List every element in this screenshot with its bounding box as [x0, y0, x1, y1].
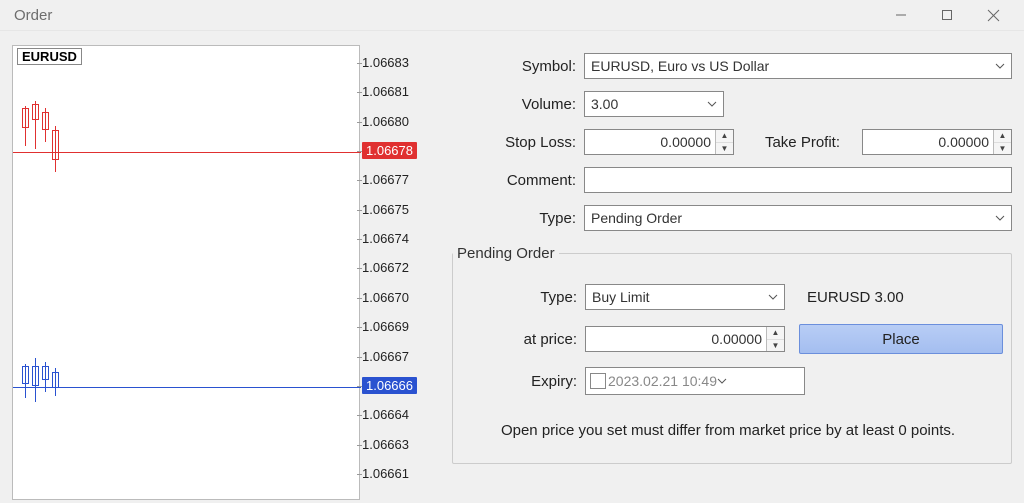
price-note: Open price you set must differ from mark…: [453, 422, 1003, 439]
order-form: Symbol: EURUSD, Euro vs US Dollar Volume…: [452, 45, 1012, 500]
price-tick: 1.06672: [362, 260, 409, 275]
candle: [32, 104, 39, 120]
ordertype-value: Pending Order: [591, 210, 682, 226]
comment-label: Comment:: [452, 172, 584, 189]
maximize-button[interactable]: [924, 0, 970, 30]
pending-summary: EURUSD 3.00: [799, 289, 904, 306]
spinner[interactable]: ▲▼: [715, 130, 733, 154]
chevron-down-icon: [717, 378, 727, 384]
price-scale: 1.06683 1.06681 1.06680 1.06678 1.06677 1.066…: [362, 45, 432, 500]
atprice-input[interactable]: 0.00000 ▲▼: [585, 326, 785, 352]
price-tick: 1.06681: [362, 84, 409, 99]
atprice-value: 0.00000: [586, 331, 766, 347]
candle: [52, 372, 59, 388]
volume-select[interactable]: 3.00: [584, 91, 724, 117]
chevron-down-icon: [995, 63, 1005, 69]
symbol-select[interactable]: EURUSD, Euro vs US Dollar: [584, 53, 1012, 79]
minimize-button[interactable]: [878, 0, 924, 30]
symbol-label: Symbol:: [452, 58, 584, 75]
price-tick: 1.06663: [362, 437, 409, 452]
candle: [22, 366, 29, 384]
price-tick: 1.06670: [362, 290, 409, 305]
pending-order-group: Pending Order Type: Buy Limit EURUSD 3.0…: [452, 245, 1012, 464]
tick-chart: EURUSD: [12, 45, 432, 500]
stoploss-value: 0.00000: [585, 134, 715, 150]
candle: [42, 366, 49, 380]
place-button[interactable]: Place: [799, 324, 1003, 354]
price-tick: 1.06677: [362, 172, 409, 187]
volume-label: Volume:: [452, 96, 584, 113]
ask-price-line: [13, 152, 361, 153]
spinner[interactable]: ▲▼: [993, 130, 1011, 154]
bid-price-line: [13, 387, 361, 388]
price-tick: 1.06669: [362, 319, 409, 334]
expiry-input[interactable]: 2023.02.21 10:49: [585, 367, 805, 395]
stoploss-label: Stop Loss:: [452, 134, 584, 151]
bid-price-label: 1.06666: [362, 377, 417, 394]
place-button-label: Place: [882, 331, 920, 348]
ordertype-label: Type:: [452, 210, 584, 227]
order-window: Order EURUSD: [0, 0, 1024, 503]
atprice-label: at price:: [453, 331, 585, 348]
volume-value: 3.00: [591, 96, 618, 112]
candle: [52, 130, 59, 160]
candle: [42, 112, 49, 130]
ask-price-label: 1.06678: [362, 142, 417, 159]
chevron-down-icon: [707, 101, 717, 107]
takeprofit-value: 0.00000: [863, 134, 993, 150]
close-button[interactable]: [970, 0, 1016, 30]
expiry-label: Expiry:: [453, 373, 585, 390]
chevron-down-icon: [768, 294, 778, 300]
symbol-value: EURUSD, Euro vs US Dollar: [591, 58, 769, 74]
price-tick: 1.06680: [362, 114, 409, 129]
takeprofit-label: Take Profit:: [765, 134, 848, 151]
price-tick: 1.06675: [362, 202, 409, 217]
price-tick: 1.06683: [362, 55, 409, 70]
price-tick: 1.06664: [362, 407, 409, 422]
titlebar: Order: [0, 0, 1024, 31]
pending-type-value: Buy Limit: [592, 289, 650, 305]
stoploss-input[interactable]: 0.00000 ▲▼: [584, 129, 734, 155]
chart-instrument-label: EURUSD: [17, 48, 82, 65]
comment-input[interactable]: [584, 167, 1012, 193]
pending-type-label: Type:: [453, 289, 585, 306]
price-tick: 1.06667: [362, 349, 409, 364]
pending-legend: Pending Order: [453, 245, 559, 262]
ordertype-select[interactable]: Pending Order: [584, 205, 1012, 231]
spinner[interactable]: ▲▼: [766, 327, 784, 351]
price-tick: 1.06674: [362, 231, 409, 246]
candle: [32, 366, 39, 386]
price-tick: 1.06661: [362, 466, 409, 481]
expiry-value: 2023.02.21 10:49: [608, 373, 717, 389]
candle: [22, 108, 29, 128]
window-title: Order: [14, 7, 52, 24]
takeprofit-input[interactable]: 0.00000 ▲▼: [862, 129, 1012, 155]
pending-type-select[interactable]: Buy Limit: [585, 284, 785, 310]
chevron-down-icon: [995, 215, 1005, 221]
expiry-checkbox[interactable]: [590, 373, 606, 389]
